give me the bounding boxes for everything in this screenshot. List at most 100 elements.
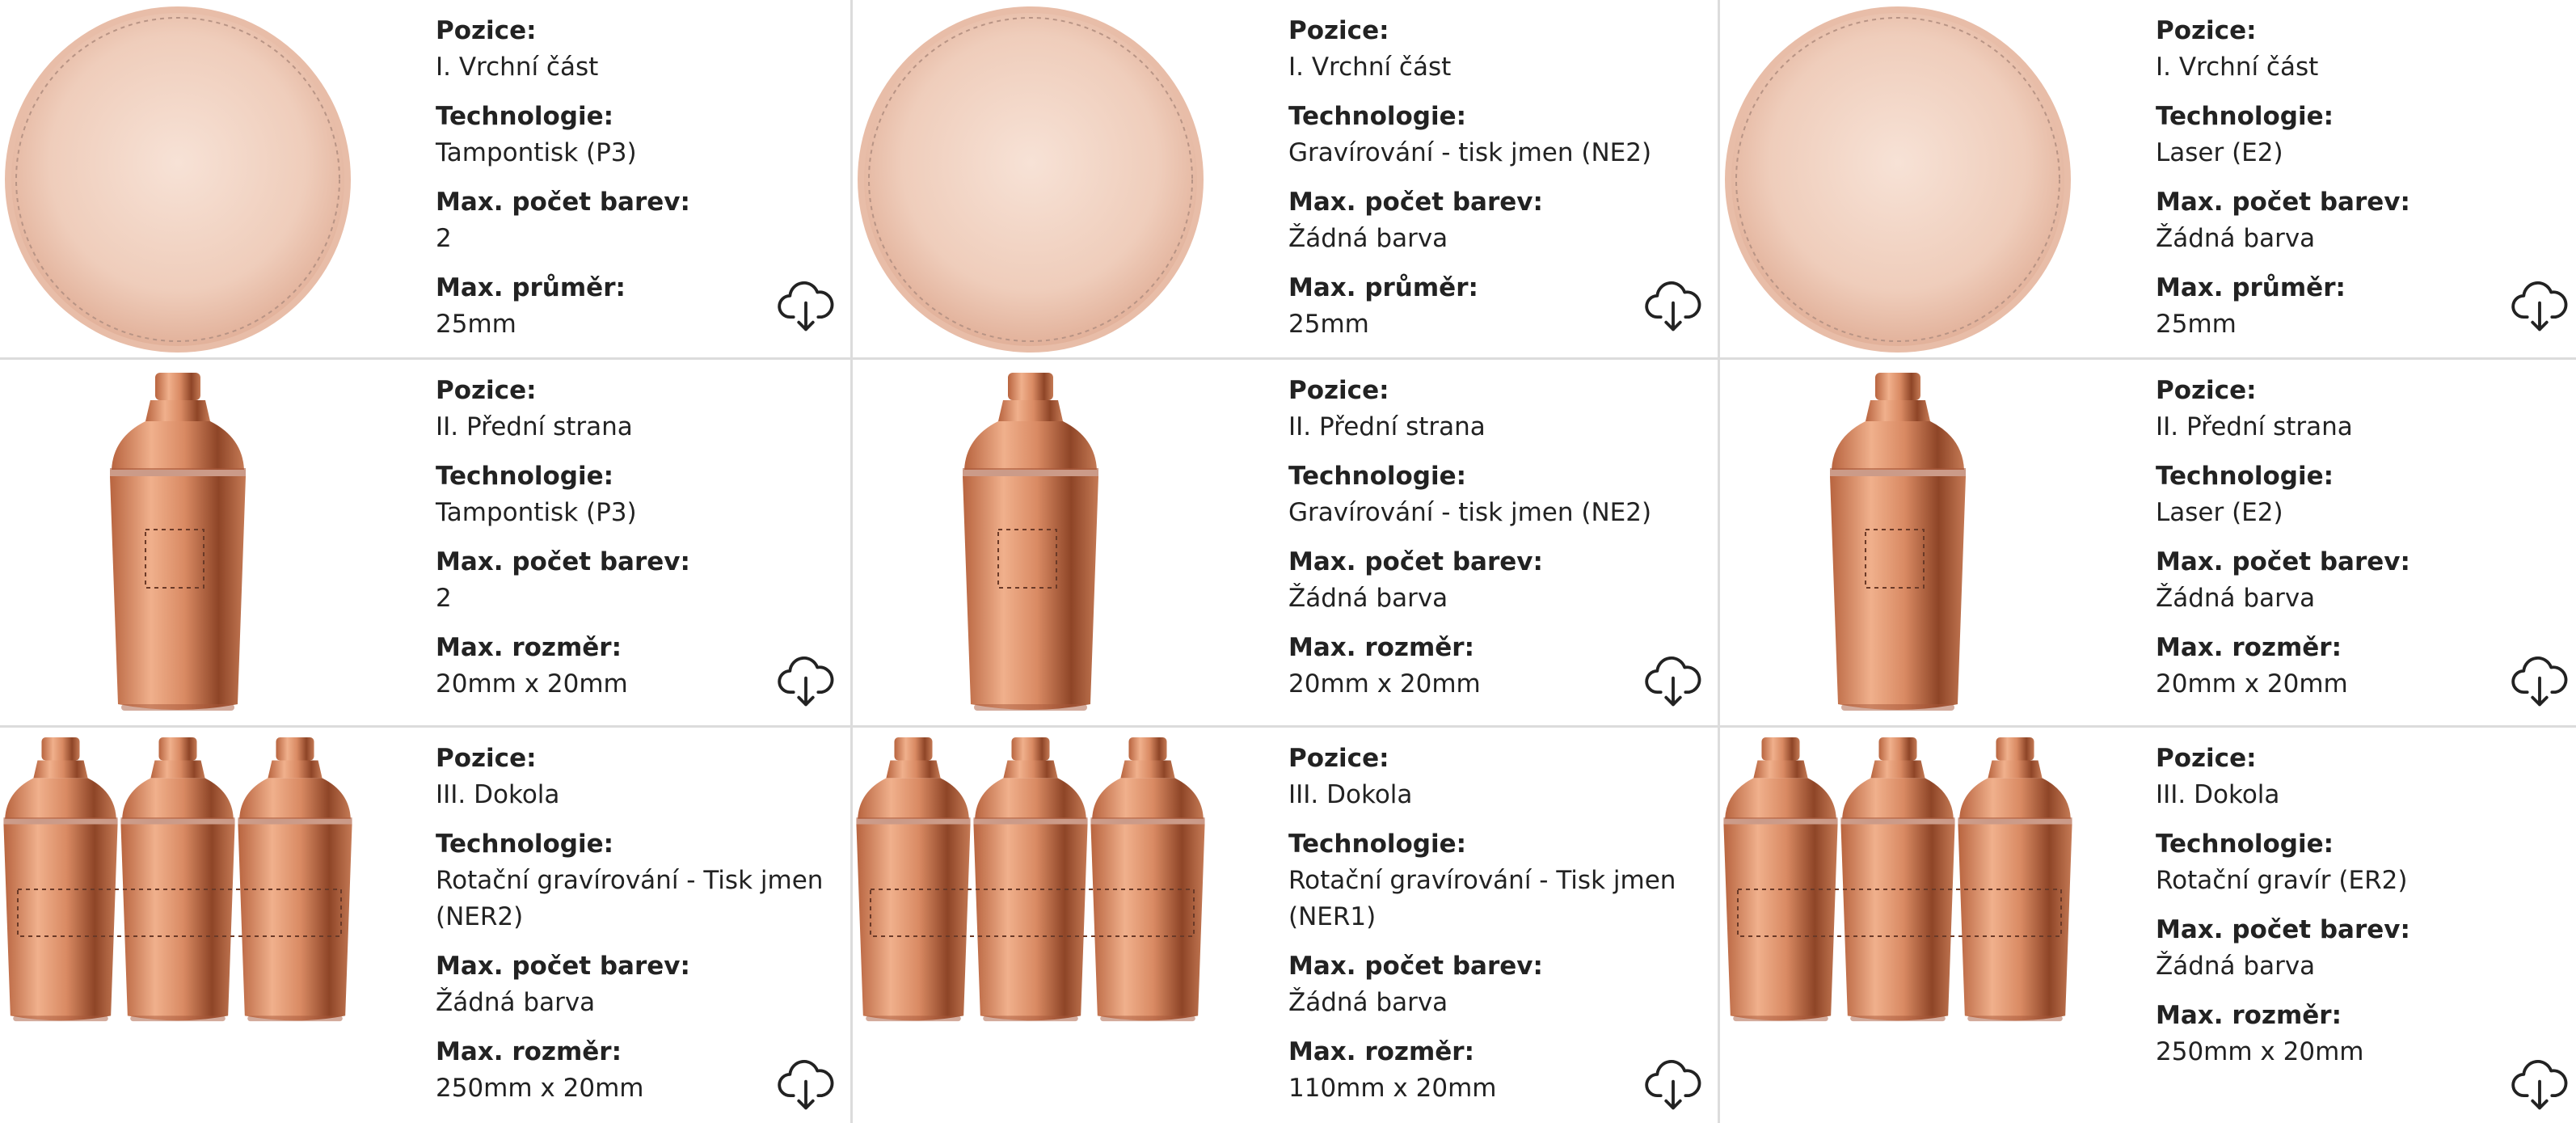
- technology-label: Technologie:: [2156, 462, 2334, 491]
- print-option-card: Pozice: II. Přední strana Technologie: Grav…: [853, 360, 1718, 725]
- max-size-value: 25mm: [2156, 310, 2237, 339]
- shaker-front-image: [1830, 373, 1966, 711]
- technology-label: Technologie:: [1288, 462, 1467, 491]
- position-label: Pozice:: [2156, 376, 2257, 405]
- position-label: Pozice:: [2156, 16, 2257, 45]
- cloud-download-icon[interactable]: [2511, 1057, 2568, 1113]
- position-value: I. Vrchní část: [2156, 53, 2319, 82]
- cloud-download-icon[interactable]: [2511, 653, 2568, 710]
- max-colors-label: Max. počet barev:: [1288, 547, 1543, 576]
- technology-value: Laser (E2): [2156, 498, 2283, 527]
- position-value: III. Dokola: [2156, 780, 2280, 809]
- cloud-download-icon[interactable]: [1645, 653, 1701, 710]
- technology-label: Technologie:: [2156, 830, 2334, 859]
- max-size-label: Max. rozměr:: [1288, 1037, 1474, 1066]
- max-colors-label: Max. počet barev:: [2156, 547, 2410, 576]
- max-size-label: Max. průměr:: [1288, 273, 1478, 302]
- max-colors-label: Max. počet barev:: [1288, 952, 1543, 981]
- product-image: [853, 0, 1216, 357]
- print-option-card: Pozice: I. Vrchní část Technologie: Laser (…: [1720, 0, 2576, 357]
- shaker-lid-image: [5, 6, 351, 353]
- technology-value: Laser (E2): [2156, 138, 2283, 167]
- cloud-download-icon[interactable]: [778, 1057, 834, 1113]
- max-colors-value: Žádná barva: [2156, 584, 2316, 613]
- technology-label: Technologie:: [436, 102, 614, 131]
- technology-value: Tampontisk (P3): [436, 138, 637, 167]
- shaker-front-image: [110, 373, 246, 711]
- product-image: [1720, 0, 2084, 357]
- max-size-label: Max. rozměr:: [2156, 1001, 2342, 1030]
- position-label: Pozice:: [436, 744, 537, 773]
- position-value: III. Dokola: [436, 780, 560, 809]
- max-size-label: Max. rozměr:: [1288, 633, 1474, 662]
- position-label: Pozice:: [1288, 376, 1389, 405]
- position-value: I. Vrchní část: [436, 53, 599, 82]
- print-option-details: Pozice: III. Dokola Technologie: Rotační gr…: [2156, 741, 2560, 1083]
- print-option-card: Pozice: I. Vrchní část Technologie: Tampont…: [0, 0, 850, 357]
- max-colors-value: 2: [436, 584, 452, 613]
- position-value: II. Přední strana: [436, 412, 633, 441]
- max-colors-value: Žádná barva: [1288, 584, 1448, 613]
- product-image: [853, 728, 1216, 1123]
- max-colors-value: Žádná barva: [436, 988, 596, 1017]
- print-option-card: Pozice: III. Dokola Technologie: Rotační gr…: [1720, 728, 2576, 1123]
- shaker-around-image: [856, 737, 1205, 1022]
- shaker-lid-image: [858, 6, 1204, 353]
- max-size-value: 250mm x 20mm: [2156, 1037, 2364, 1066]
- position-label: Pozice:: [1288, 16, 1389, 45]
- print-option-card: Pozice: II. Přední strana Technologie: Tamp…: [0, 360, 850, 725]
- technology-value: Rotační gravírování - Tisk jmen (NER1): [1288, 866, 1676, 931]
- shaker-around-image: [3, 737, 352, 1022]
- position-value: I. Vrchní část: [1288, 53, 1452, 82]
- product-image: [1720, 728, 2084, 1123]
- print-option-details: Pozice: II. Přední strana Technologie: Grav…: [1288, 373, 1693, 716]
- print-option-details: Pozice: I. Vrchní část Technologie: Gravíro…: [1288, 13, 1693, 356]
- product-image: [1720, 360, 2084, 725]
- max-colors-value: Žádná barva: [1288, 224, 1448, 253]
- print-option-details: Pozice: I. Vrchní část Technologie: Laser (…: [2156, 13, 2560, 356]
- max-colors-label: Max. počet barev:: [2156, 188, 2410, 217]
- max-size-value: 20mm x 20mm: [1288, 669, 1481, 699]
- product-image: [0, 360, 364, 725]
- cloud-download-icon[interactable]: [1645, 278, 1701, 335]
- max-colors-label: Max. počet barev:: [436, 547, 690, 576]
- max-colors-value: Žádná barva: [2156, 952, 2316, 981]
- technology-label: Technologie:: [436, 462, 614, 491]
- cloud-download-icon[interactable]: [2511, 278, 2568, 335]
- cloud-download-icon[interactable]: [778, 653, 834, 710]
- max-size-label: Max. průměr:: [2156, 273, 2346, 302]
- technology-label: Technologie:: [436, 830, 614, 859]
- max-colors-label: Max. počet barev:: [1288, 188, 1543, 217]
- product-image: [0, 0, 364, 357]
- max-size-value: 25mm: [1288, 310, 1369, 339]
- print-option-details: Pozice: II. Přední strana Technologie: Lase…: [2156, 373, 2560, 716]
- max-colors-value: Žádná barva: [1288, 988, 1448, 1017]
- product-image: [0, 728, 364, 1123]
- product-image: [853, 360, 1216, 725]
- max-colors-label: Max. počet barev:: [436, 952, 690, 981]
- technology-value: Gravírování - tisk jmen (NE2): [1288, 138, 1652, 167]
- max-colors-value: 2: [436, 224, 452, 253]
- position-value: III. Dokola: [1288, 780, 1413, 809]
- technology-label: Technologie:: [1288, 830, 1467, 859]
- technology-value: Gravírování - tisk jmen (NE2): [1288, 498, 1652, 527]
- max-colors-label: Max. počet barev:: [2156, 915, 2410, 944]
- cloud-download-icon[interactable]: [778, 278, 834, 335]
- position-label: Pozice:: [1288, 744, 1389, 773]
- position-label: Pozice:: [436, 16, 537, 45]
- position-value: II. Přední strana: [1288, 412, 1486, 441]
- technology-label: Technologie:: [2156, 102, 2334, 131]
- cloud-download-icon[interactable]: [1645, 1057, 1701, 1113]
- shaker-around-image: [1723, 737, 2072, 1022]
- technology-value: Rotační gravírování - Tisk jmen (NER2): [436, 866, 824, 931]
- print-option-details: Pozice: III. Dokola Technologie: Rotační gr…: [1288, 741, 1693, 1120]
- position-value: II. Přední strana: [2156, 412, 2353, 441]
- position-label: Pozice:: [2156, 744, 2257, 773]
- max-size-value: 20mm x 20mm: [2156, 669, 2348, 699]
- technology-value: Rotační gravír (ER2): [2156, 866, 2408, 895]
- print-option-card: Pozice: I. Vrchní část Technologie: Gravíro…: [853, 0, 1718, 357]
- position-label: Pozice:: [436, 376, 537, 405]
- max-size-label: Max. rozměr:: [2156, 633, 2342, 662]
- technology-value: Tampontisk (P3): [436, 498, 637, 527]
- print-option-card: Pozice: II. Přední strana Technologie: Lase…: [1720, 360, 2576, 725]
